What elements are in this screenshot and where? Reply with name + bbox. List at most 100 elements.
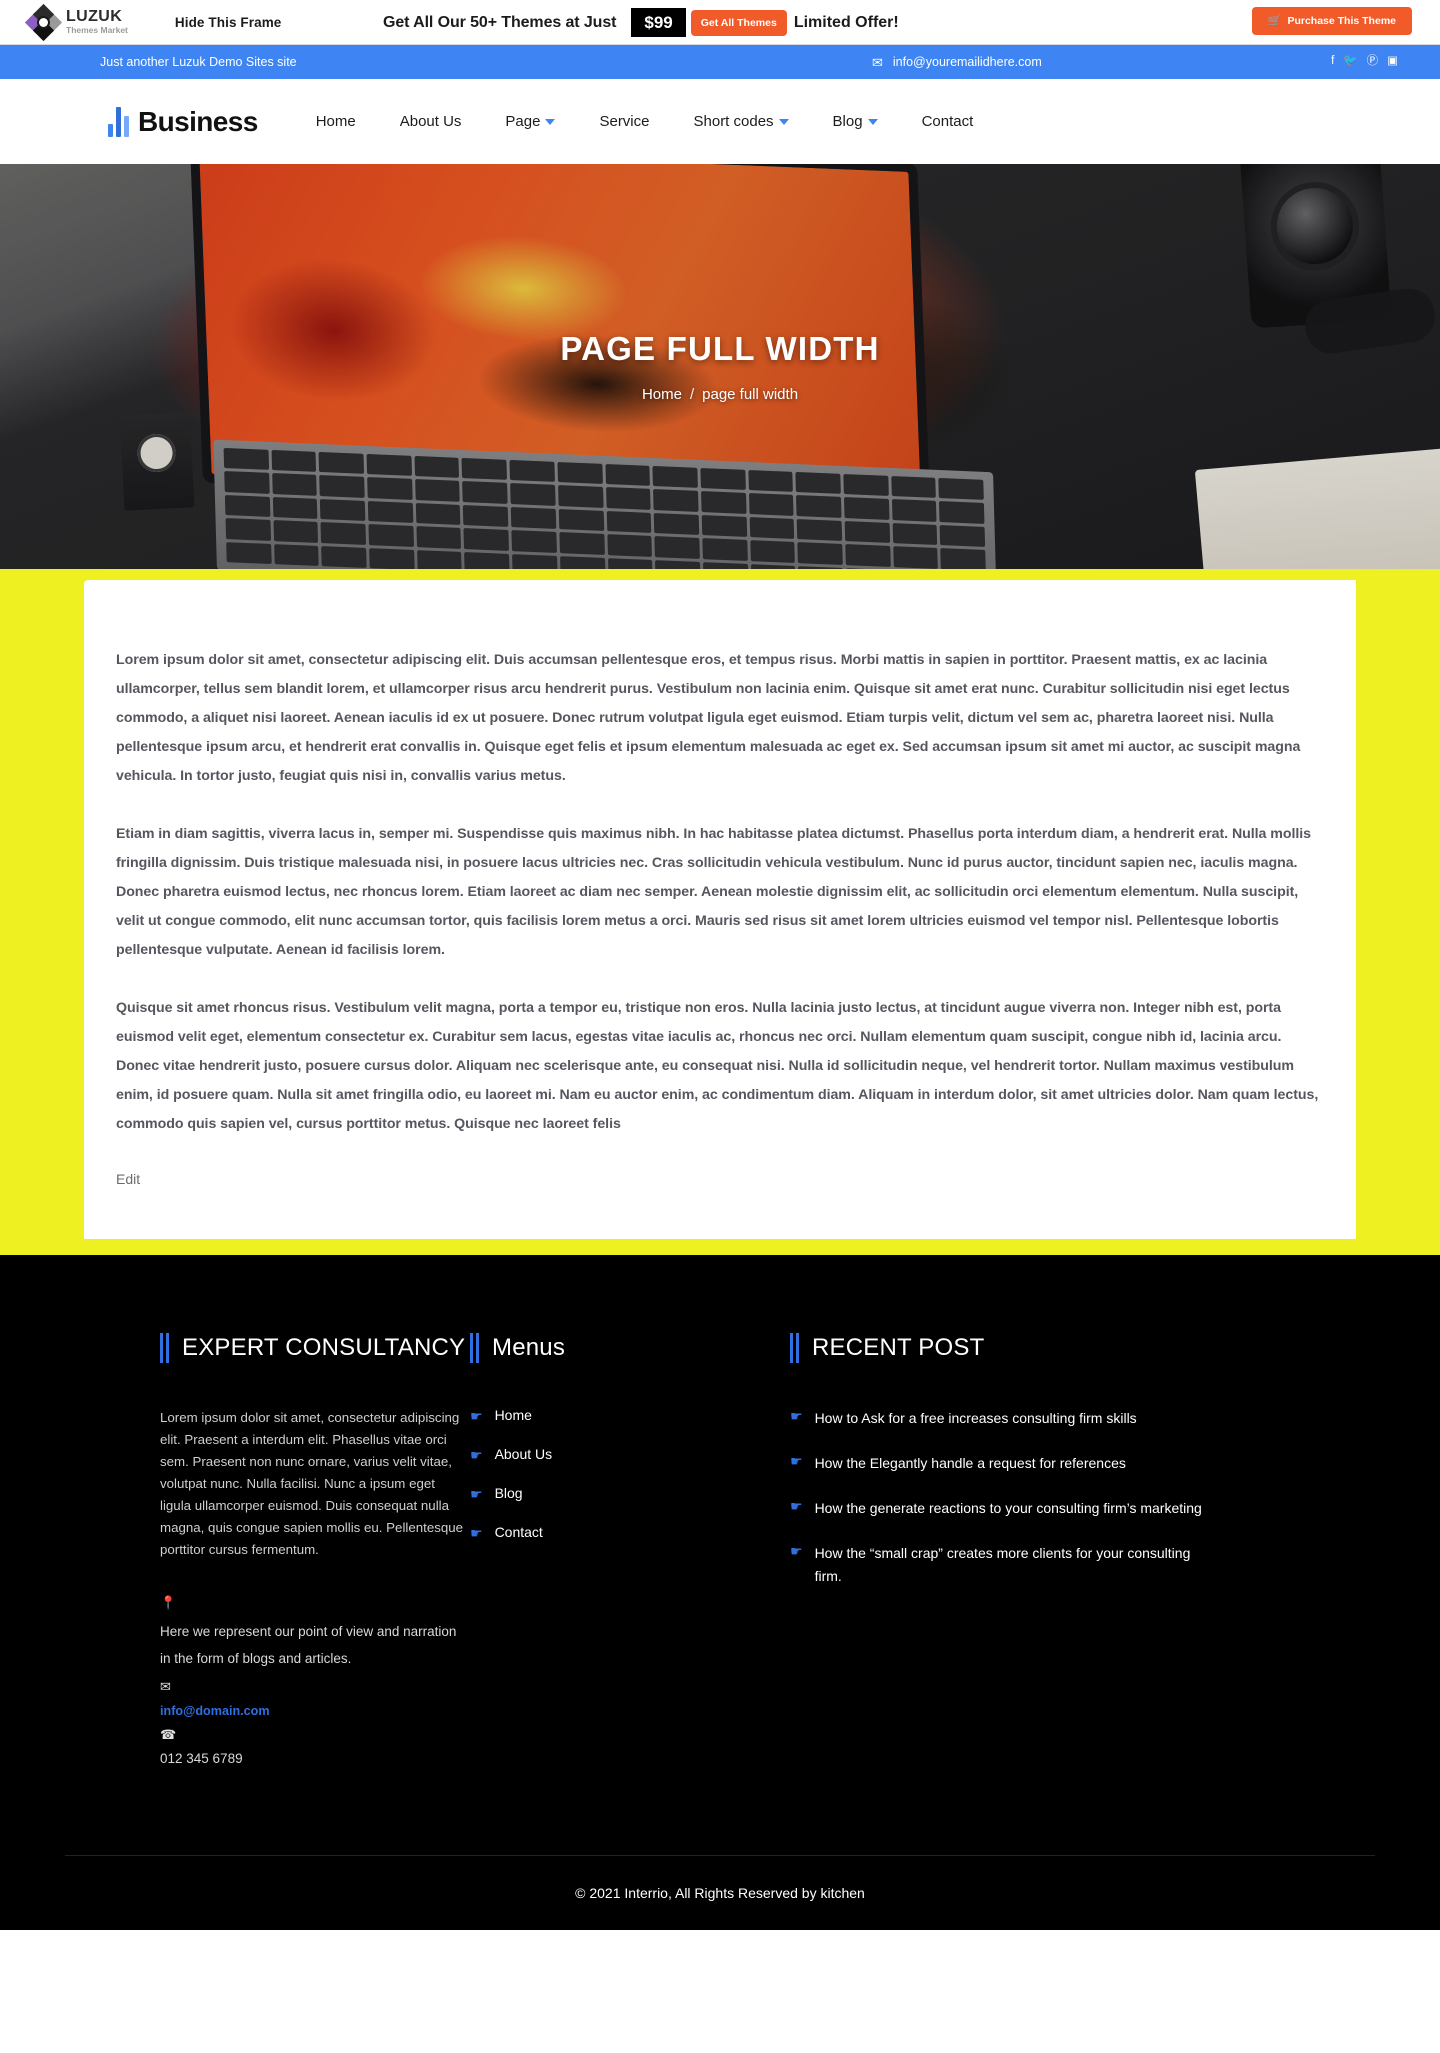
phone-icon: ☎ [160, 1727, 177, 1742]
hand-pointer-icon: ☛ [470, 1524, 483, 1541]
recent-post-item[interactable]: ☛ How the “small crap” creates more clie… [790, 1542, 1210, 1588]
nav-label: Contact [921, 113, 974, 130]
footer-menu-item[interactable]: ☛ About Us [470, 1446, 790, 1465]
bar-chart-icon [108, 106, 129, 137]
hero-content: PAGE FULL WIDTH Home / page full width [0, 164, 1440, 569]
promo-price-badge: $99 [631, 7, 686, 38]
site-footer: EXPERT CONSULTANCY Lorem ipsum dolor sit… [0, 1255, 1440, 1856]
footer-address-text: Here we represent our point of view and … [160, 1624, 457, 1666]
nav-label: Page [505, 113, 541, 130]
footer-menus-column: Menus ☛ Home ☛ About Us ☛ Blog ☛ Contact [470, 1333, 790, 1563]
footer-recent-heading: RECENT POST [790, 1333, 1270, 1363]
hide-frame-button[interactable]: Hide This Frame [175, 15, 282, 30]
site-tagline: Just another Luzuk Demo Sites site [100, 55, 297, 69]
site-logo[interactable]: Business [108, 105, 258, 137]
promo-offer-text: Get All Our 50+ Themes at Just [383, 13, 617, 31]
footer-menu-label: About Us [494, 1445, 553, 1462]
pinterest-icon[interactable]: Ⓟ [1367, 56, 1379, 68]
recent-post-item[interactable]: ☛ How to Ask for a free increases consul… [790, 1407, 1210, 1430]
content-paragraph: Quisque sit amet rhoncus risus. Vestibul… [116, 1000, 1319, 1132]
hand-pointer-icon: ☛ [790, 1453, 803, 1469]
chevron-down-icon [867, 118, 878, 125]
content-paragraph: Etiam in diam sagittis, viverra lacus in… [116, 826, 1311, 958]
edit-link[interactable]: Edit [116, 1171, 140, 1187]
footer-menus-heading: Menus [470, 1333, 790, 1363]
footer-recent-post-column: RECENT POST ☛ How to Ask for a free incr… [790, 1333, 1270, 1610]
footer-email-row: ✉ info@domain.com [160, 1679, 470, 1720]
nav-item-blog[interactable]: Blog [811, 113, 900, 130]
heading-accent-bars-icon [160, 1333, 169, 1363]
copyright-text: © 2021 Interrio, All Rights Reserved by … [575, 1885, 865, 1901]
hand-pointer-icon: ☛ [470, 1446, 483, 1463]
recent-post-item[interactable]: ☛ How the generate reactions to your con… [790, 1497, 1210, 1520]
recent-post-title: How the Elegantly handle a request for r… [814, 1455, 1126, 1471]
luzuk-brand-sub: Themes Market [66, 25, 128, 36]
footer-menus-title: Menus [492, 1334, 566, 1361]
envelope-icon: ✉ [872, 54, 883, 70]
nav-label: Blog [832, 113, 863, 130]
location-pin-icon: 📍 [160, 1595, 177, 1610]
breadcrumb: Home / page full width [642, 386, 798, 403]
footer-menu-list: ☛ Home ☛ About Us ☛ Blog ☛ Contact [470, 1407, 790, 1543]
recent-post-item[interactable]: ☛ How the Elegantly handle a request for… [790, 1452, 1210, 1475]
purchase-theme-label: Purchase This Theme [1287, 15, 1396, 27]
luzuk-diamond-icon [24, 3, 63, 41]
footer-email-link[interactable]: info@domain.com [160, 1704, 270, 1718]
footer-about-heading: EXPERT CONSULTANCY [160, 1333, 470, 1363]
content-section: Lorem ipsum dolor sit amet, consectetur … [0, 569, 1440, 1239]
copyright-bar: © 2021 Interrio, All Rights Reserved by … [0, 1856, 1440, 1930]
footer-menu-item[interactable]: ☛ Home [470, 1407, 790, 1426]
chevron-down-icon [545, 118, 556, 125]
get-all-themes-button[interactable]: Get All Themes [690, 9, 787, 36]
luzuk-logo: LUZUK Themes Market [24, 3, 128, 41]
footer-menu-label: Contact [494, 1523, 543, 1540]
footer-about-text: Lorem ipsum dolor sit amet, consectetur … [160, 1410, 464, 1557]
facebook-icon[interactable]: f [1331, 56, 1334, 68]
recent-post-title: How the generate reactions to your consu… [814, 1500, 1202, 1516]
nav-item-home[interactable]: Home [294, 113, 378, 130]
page-title: PAGE FULL WIDTH [560, 330, 880, 367]
nav-item-page[interactable]: Page [483, 113, 577, 130]
footer-about-column: EXPERT CONSULTANCY Lorem ipsum dolor sit… [65, 1333, 470, 1775]
nav-label: Short codes [693, 113, 774, 130]
heading-accent-bars-icon [790, 1333, 799, 1363]
hand-pointer-icon: ☛ [790, 1498, 803, 1514]
nav-label: Home [315, 113, 356, 130]
purchase-theme-button[interactable]: 🛒 Purchase This Theme [1251, 7, 1412, 35]
contact-email[interactable]: info@youremailidhere.com [893, 55, 1042, 69]
recent-post-title: How to Ask for a free increases consulti… [814, 1410, 1137, 1426]
breadcrumb-current: page full width [702, 386, 799, 403]
footer-phone-row: ☎ 012 345 6789 [160, 1727, 470, 1768]
contact-email-group[interactable]: ✉ info@youremailidhere.com [872, 55, 1042, 69]
site-logo-text: Business [138, 105, 258, 137]
footer-about-title: EXPERT CONSULTANCY [182, 1334, 466, 1361]
breadcrumb-separator: / [689, 386, 695, 403]
content-paragraph: Lorem ipsum dolor sit amet, consectetur … [116, 652, 1301, 784]
hand-pointer-icon: ☛ [790, 1543, 803, 1559]
nav-label: Service [599, 113, 650, 130]
envelope-icon: ✉ [160, 1679, 171, 1694]
content-bottom-spacer [0, 1239, 1440, 1255]
footer-columns: EXPERT CONSULTANCY Lorem ipsum dolor sit… [65, 1333, 1375, 1775]
nav-item-service[interactable]: Service [577, 113, 671, 130]
twitter-icon[interactable]: 🐦 [1343, 56, 1357, 68]
nav-item-about-us[interactable]: About Us [378, 113, 484, 130]
luzuk-brand-name: LUZUK [66, 8, 123, 26]
nav-item-contact[interactable]: Contact [900, 113, 996, 130]
instagram-icon[interactable]: ▣ [1387, 56, 1398, 68]
content-card: Lorem ipsum dolor sit amet, consectetur … [84, 580, 1356, 1239]
nav-item-short-codes[interactable]: Short codes [672, 113, 811, 130]
hand-pointer-icon: ☛ [790, 1408, 803, 1424]
social-links: f 🐦 Ⓟ ▣ [1331, 56, 1398, 68]
promo-bar: LUZUK Themes Market Hide This Frame Get … [0, 0, 1440, 45]
footer-menu-label: Home [494, 1407, 532, 1423]
footer-recent-list: ☛ How to Ask for a free increases consul… [790, 1407, 1270, 1588]
footer-menu-item[interactable]: ☛ Contact [470, 1524, 790, 1543]
footer-address-row: 📍 Here we represent our point of view an… [160, 1595, 470, 1672]
hero-banner: PAGE FULL WIDTH Home / page full width [0, 164, 1440, 569]
hand-pointer-icon: ☛ [470, 1408, 483, 1424]
footer-menu-item[interactable]: ☛ Blog [470, 1485, 790, 1504]
chevron-down-icon [778, 118, 789, 125]
breadcrumb-home-link[interactable]: Home [642, 386, 682, 403]
info-bar: Just another Luzuk Demo Sites site ✉ inf… [0, 45, 1440, 79]
